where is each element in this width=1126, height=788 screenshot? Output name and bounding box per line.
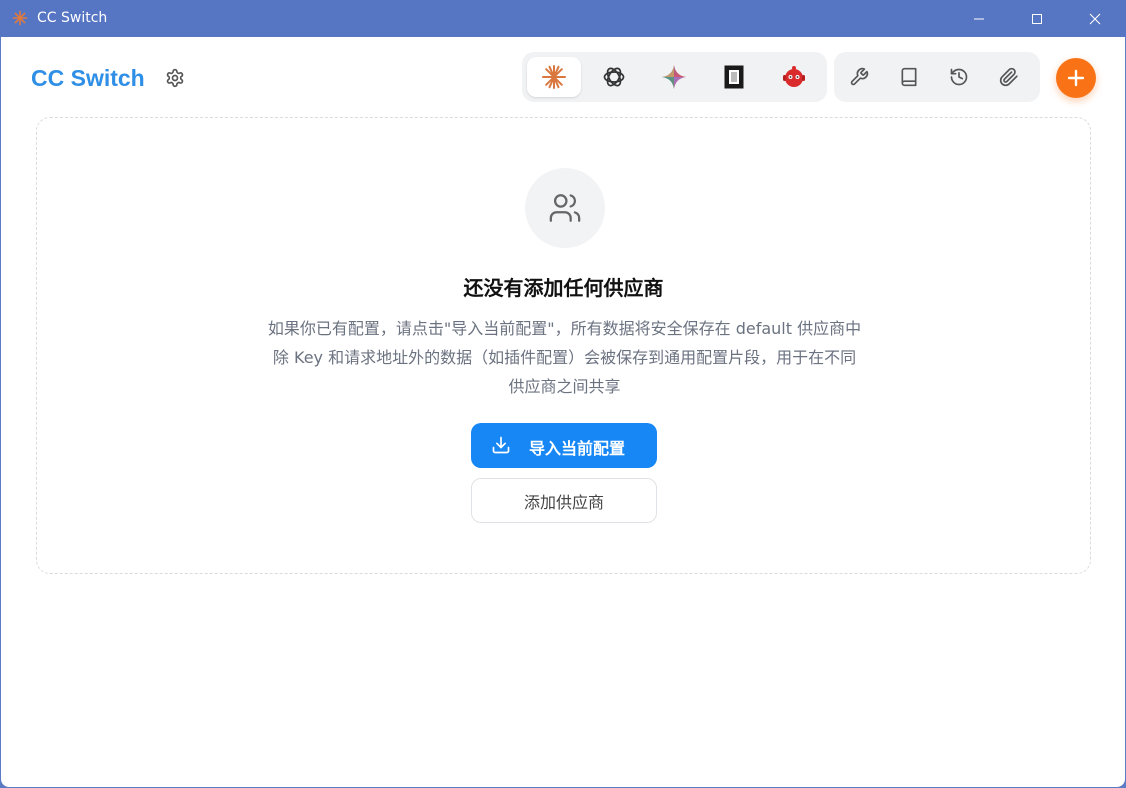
app-switcher: [522, 52, 827, 102]
paperclip-icon: [999, 67, 1018, 87]
terminal-app-icon: [724, 65, 744, 89]
settings-button[interactable]: [164, 67, 186, 89]
close-button[interactable]: [1070, 0, 1120, 37]
close-icon: [1089, 13, 1101, 24]
brand-title[interactable]: CC Switch: [31, 65, 145, 92]
robot-icon: [783, 66, 805, 87]
import-config-button[interactable]: 导入当前配置: [471, 423, 657, 468]
app-logo-icon: [12, 10, 28, 26]
openai-icon: [603, 67, 625, 87]
maximize-icon: [1032, 13, 1042, 24]
gear-icon: [166, 68, 184, 88]
description-line: 除 Key 和请求地址外的数据（如插件配置）会被保存到通用配置片段，用于在不同: [272, 348, 857, 367]
import-config-label: 导入当前配置: [529, 439, 626, 458]
app-tab-gemini[interactable]: [647, 57, 701, 97]
empty-state-title: 还没有添加任何供应商: [463, 276, 664, 300]
history-button[interactable]: [939, 57, 979, 97]
app-tab-terminal[interactable]: [707, 57, 761, 97]
title-bar: CC Switch: [0, 0, 1126, 37]
claude-icon: [542, 65, 566, 89]
minimize-button[interactable]: [954, 0, 1004, 37]
tools-button[interactable]: [839, 57, 879, 97]
app-tab-claude[interactable]: [527, 57, 581, 97]
attachments-button[interactable]: [989, 57, 1029, 97]
description-line: 供应商之间共享: [508, 377, 621, 396]
minimize-icon: [974, 18, 984, 19]
users-icon: [549, 194, 581, 222]
book-icon: [901, 67, 917, 87]
window-title: CC Switch: [37, 10, 108, 26]
empty-state-icon: [525, 168, 605, 248]
add-provider-button[interactable]: 添加供应商: [471, 478, 657, 523]
gemini-icon: [662, 65, 686, 89]
description-line: 如果你已有配置，请点击"导入当前配置"，所有数据将安全保存在 default 供…: [267, 319, 862, 338]
history-icon: [950, 68, 968, 86]
maximize-button[interactable]: [1012, 0, 1062, 37]
wrench-icon: [850, 67, 869, 86]
download-icon: [492, 436, 510, 454]
app-tab-robot[interactable]: [767, 57, 821, 97]
docs-button[interactable]: [889, 57, 929, 97]
app-tab-openai[interactable]: [587, 57, 641, 97]
empty-state-panel: 还没有添加任何供应商 如果你已有配置，请点击"导入当前配置"，所有数据将安全保存…: [36, 117, 1091, 574]
tool-group: [834, 52, 1040, 102]
empty-state-description: 如果你已有配置，请点击"导入当前配置"，所有数据将安全保存在 default 供…: [237, 314, 892, 401]
plus-icon: [1067, 69, 1085, 87]
app-window: CC Switch 还没有添加任何供应商 如果你已有配置，请点击"导入当前配置"…: [1, 37, 1125, 787]
add-provider-fab[interactable]: [1056, 58, 1096, 98]
